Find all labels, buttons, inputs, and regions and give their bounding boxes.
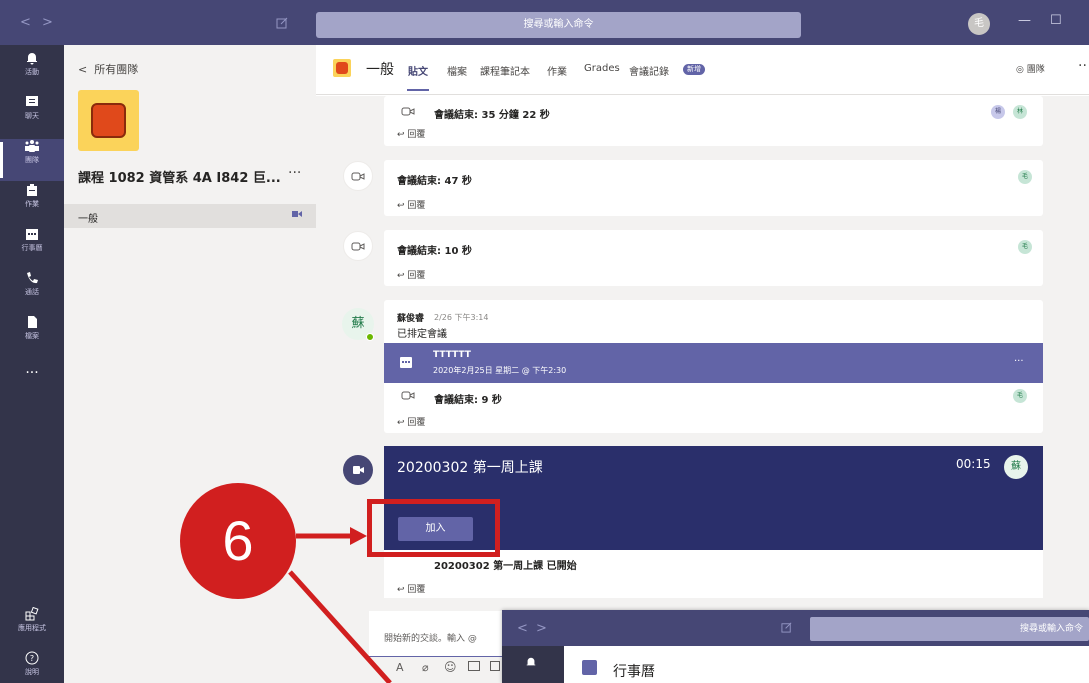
search-input[interactable]: 搜尋或輸入命令 bbox=[810, 617, 1089, 641]
highlight-box bbox=[367, 499, 500, 557]
back-arrow-icon[interactable]: < bbox=[517, 621, 528, 636]
calendar-title: 行事曆 bbox=[613, 664, 655, 680]
forward-arrow-icon[interactable]: > bbox=[536, 621, 547, 636]
new-chat-icon[interactable] bbox=[781, 621, 793, 633]
annotation-arrows bbox=[288, 527, 392, 683]
step-number-badge: 6 bbox=[180, 483, 296, 599]
calendar-icon bbox=[582, 660, 597, 675]
bell-icon[interactable] bbox=[525, 656, 537, 668]
